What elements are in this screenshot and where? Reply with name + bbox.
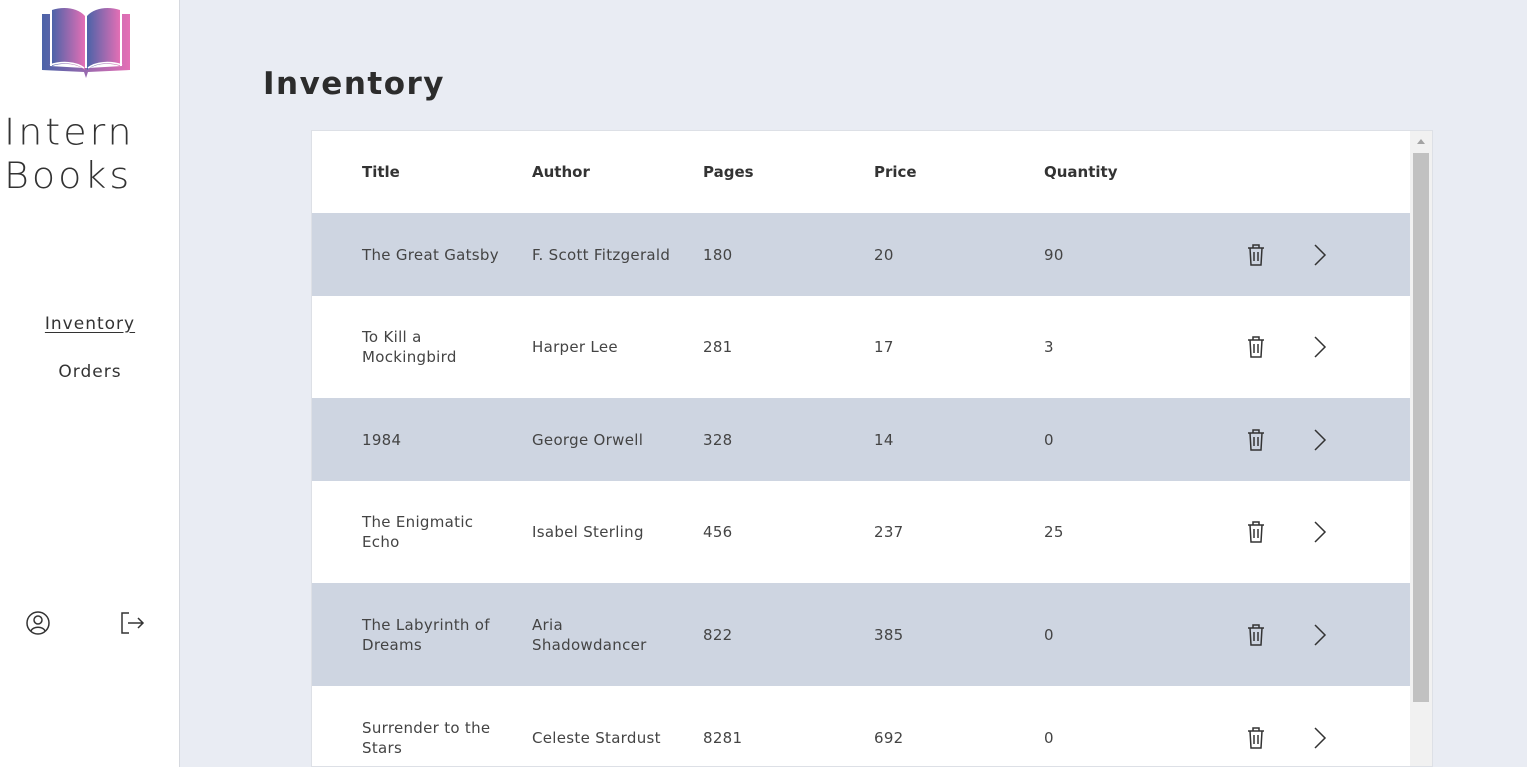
- column-header-title: Title: [362, 163, 400, 181]
- cell-author: George Orwell: [532, 430, 644, 449]
- chevron-right-icon[interactable]: [1309, 335, 1331, 359]
- scrollbar-thumb[interactable]: [1413, 153, 1429, 702]
- cell-author: F. Scott Fitzgerald: [532, 245, 671, 264]
- table-row[interactable]: The Labyrinth of Dreams Aria Shadowdance…: [312, 583, 1411, 686]
- cell-quantity: 3: [1044, 338, 1054, 356]
- brand-line-1: Intern: [4, 111, 135, 154]
- cell-price: 692: [874, 728, 904, 747]
- cell-pages: 8281: [703, 728, 743, 747]
- table-row[interactable]: To Kill a Mockingbird Harper Lee 281 17 …: [312, 296, 1411, 398]
- column-header-price: Price: [874, 163, 917, 181]
- brand-name: Intern Books: [4, 110, 135, 197]
- cell-author: Aria Shadowdancer: [532, 615, 647, 654]
- chevron-right-icon[interactable]: [1309, 623, 1331, 647]
- cell-title: Surrender to the Stars: [362, 718, 491, 757]
- table-row[interactable]: The Enigmatic Echo Isabel Sterling 456 2…: [312, 481, 1411, 583]
- cell-pages: 281: [703, 338, 733, 356]
- trash-icon[interactable]: [1245, 520, 1267, 544]
- brand-line-2: Books: [4, 154, 133, 197]
- cell-quantity: 0: [1044, 728, 1054, 747]
- table-scrollbar[interactable]: [1410, 131, 1432, 766]
- cell-price: 20: [874, 245, 894, 264]
- table-header: Title Author Pages Price Quantity: [312, 131, 1411, 213]
- nav-item-orders[interactable]: Orders: [0, 358, 180, 406]
- table-row[interactable]: Surrender to the Stars Celeste Stardust …: [312, 686, 1411, 766]
- table-row[interactable]: The Great Gatsby F. Scott Fitzgerald 180…: [312, 213, 1411, 296]
- user-circle-icon[interactable]: [23, 608, 53, 638]
- column-header-pages: Pages: [703, 163, 754, 181]
- sidebar: Intern Books Inventory Orders: [0, 0, 180, 767]
- nav-item-inventory[interactable]: Inventory: [0, 310, 180, 358]
- trash-icon[interactable]: [1245, 243, 1267, 267]
- cell-price: 385: [874, 625, 904, 644]
- trash-icon[interactable]: [1245, 428, 1267, 452]
- cell-author: Harper Lee: [532, 338, 618, 356]
- trash-icon[interactable]: [1245, 623, 1267, 647]
- cell-price: 14: [874, 430, 894, 449]
- column-header-quantity: Quantity: [1044, 163, 1118, 181]
- cell-title: 1984: [362, 430, 402, 449]
- cell-pages: 822: [703, 625, 733, 644]
- cell-pages: 328: [703, 430, 733, 449]
- cell-author: Isabel Sterling: [532, 523, 644, 541]
- cell-quantity: 0: [1044, 625, 1054, 644]
- cell-title: The Labyrinth of Dreams: [362, 615, 490, 654]
- table-row[interactable]: 1984 George Orwell 328 14 0: [312, 398, 1411, 481]
- cell-pages: 456: [703, 523, 733, 541]
- cell-quantity: 90: [1044, 245, 1064, 264]
- sidebar-footer: [0, 608, 180, 638]
- cell-title: To Kill a Mockingbird: [362, 328, 457, 366]
- cell-quantity: 25: [1044, 523, 1064, 541]
- cell-price: 17: [874, 338, 894, 356]
- cell-author: Celeste Stardust: [532, 728, 661, 747]
- logout-icon[interactable]: [118, 608, 148, 638]
- cell-pages: 180: [703, 245, 733, 264]
- sidebar-nav: Inventory Orders: [0, 310, 180, 406]
- trash-icon[interactable]: [1245, 335, 1267, 359]
- trash-icon[interactable]: [1245, 726, 1267, 750]
- book-logo-icon: [42, 8, 130, 78]
- cell-price: 237: [874, 523, 904, 541]
- scroll-up-arrow-icon[interactable]: [1410, 131, 1432, 151]
- cell-title: The Great Gatsby: [362, 245, 499, 264]
- inventory-table: Title Author Pages Price Quantity The Gr…: [311, 130, 1433, 767]
- chevron-right-icon[interactable]: [1309, 243, 1331, 267]
- cell-title: The Enigmatic Echo: [362, 513, 474, 551]
- chevron-right-icon[interactable]: [1309, 726, 1331, 750]
- chevron-right-icon[interactable]: [1309, 520, 1331, 544]
- column-header-author: Author: [532, 163, 590, 181]
- cell-quantity: 0: [1044, 430, 1054, 449]
- page-title: Inventory: [263, 66, 446, 102]
- chevron-right-icon[interactable]: [1309, 428, 1331, 452]
